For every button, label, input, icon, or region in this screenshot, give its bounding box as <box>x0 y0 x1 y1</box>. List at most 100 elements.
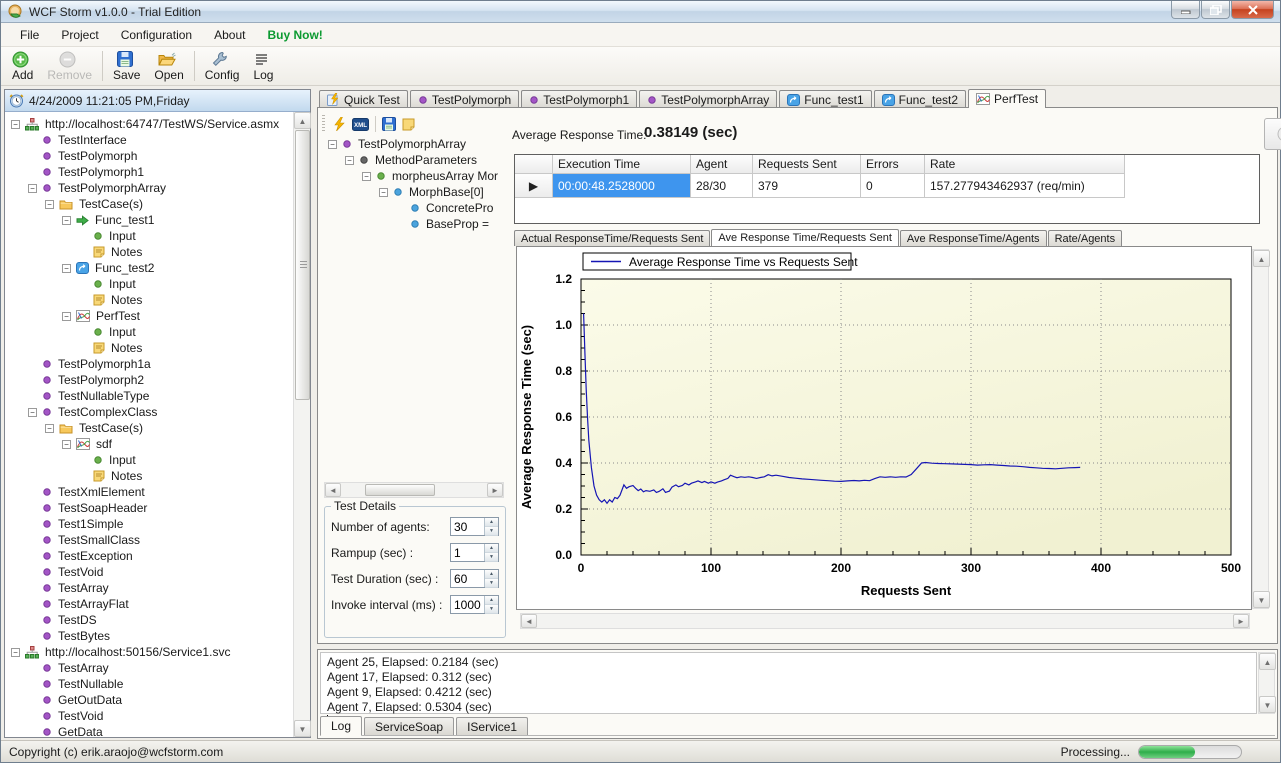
grid-col-errors[interactable]: Errors <box>861 155 925 174</box>
tree-item-test1simple[interactable]: Test1Simple <box>5 516 293 532</box>
tree-item-testinterface[interactable]: TestInterface <box>5 132 293 148</box>
grid-row-selector[interactable]: ▶ <box>515 174 553 198</box>
tree-item-testsoapheader[interactable]: TestSoapHeader <box>5 500 293 516</box>
tree-item-testpolymorph1[interactable]: TestPolymorph1 <box>5 164 293 180</box>
tree-item-http-localhost-64747-testws-service-asmx[interactable]: −http://localhost:64747/TestWS/Service.a… <box>5 116 293 132</box>
collapse-icon[interactable]: − <box>62 264 71 273</box>
collapse-icon[interactable]: − <box>45 200 54 209</box>
tree-item-testxmlelement[interactable]: TestXmlElement <box>5 484 293 500</box>
scroll-left-icon[interactable]: ◄ <box>521 614 537 628</box>
parameter-tree-scrollbar[interactable]: ◄ ► <box>324 482 504 498</box>
spin-down-icon[interactable]: ▼ <box>485 527 498 536</box>
scrollbar-thumb[interactable] <box>295 130 310 400</box>
tree-item-testcase-s[interactable]: −TestCase(s) <box>5 420 293 436</box>
log-scrollbar[interactable]: ▲ ▼ <box>1258 652 1275 714</box>
tree-item-testnullabletype[interactable]: TestNullableType <box>5 388 293 404</box>
grid-cell-requests-sent[interactable]: 379 <box>753 174 861 198</box>
spin-up-icon[interactable]: ▲ <box>485 570 498 579</box>
param-item-methodparameters[interactable]: −MethodParameters <box>322 152 508 168</box>
notes-button[interactable] <box>399 116 418 133</box>
menu-item-buy-now[interactable]: Buy Now! <box>256 25 333 45</box>
param-item-morphbase-0[interactable]: −MorphBase[0] <box>322 184 508 200</box>
collapse-icon[interactable]: − <box>345 156 354 165</box>
tree-item-testnullable[interactable]: TestNullable <box>5 676 293 692</box>
tree-item-func-test2[interactable]: −Func_test2 <box>5 260 293 276</box>
chart-tab-rate-agents[interactable]: Rate/Agents <box>1048 230 1123 246</box>
scrollbar-thumb[interactable] <box>365 484 435 496</box>
param-item-baseprop[interactable]: BaseProp = <box>322 216 508 232</box>
spin-up-icon[interactable]: ▲ <box>485 544 498 553</box>
collapse-icon[interactable]: − <box>62 312 71 321</box>
collapse-icon[interactable]: − <box>328 140 337 149</box>
log-button[interactable]: Log <box>246 47 280 85</box>
tree-item-testcase-s[interactable]: −TestCase(s) <box>5 196 293 212</box>
open-button[interactable]: Open <box>147 47 190 85</box>
scroll-left-icon[interactable]: ◄ <box>325 483 341 497</box>
tree-item-notes[interactable]: Notes <box>5 244 293 260</box>
save-button[interactable]: Save <box>106 47 147 85</box>
add-button[interactable]: Add <box>5 47 40 85</box>
invoke-button[interactable] <box>329 115 349 133</box>
rampup-sec-input[interactable] <box>451 544 484 561</box>
tree-item-input[interactable]: Input <box>5 276 293 292</box>
tree-item-notes[interactable]: Notes <box>5 468 293 484</box>
grid-col-requests-sent[interactable]: Requests Sent <box>753 155 861 174</box>
collapse-icon[interactable]: − <box>362 172 371 181</box>
tree-item-getoutdata[interactable]: GetOutData <box>5 692 293 708</box>
tree-item-input[interactable]: Input <box>5 452 293 468</box>
collapse-icon[interactable]: − <box>11 120 20 129</box>
service-tree-scrollbar[interactable]: ▲ ▼ <box>293 112 310 737</box>
tree-item-testarrayflat[interactable]: TestArrayFlat <box>5 596 293 612</box>
tree-item-testds[interactable]: TestDS <box>5 612 293 628</box>
title-bar[interactable]: WCF Storm v1.0.0 - Trial Edition <box>1 1 1280 23</box>
tree-item-input[interactable]: Input <box>5 228 293 244</box>
invoke-interval-ms-input[interactable] <box>451 596 484 613</box>
log-tab-servicesoap[interactable]: ServiceSoap <box>364 717 454 735</box>
menu-item-file[interactable]: File <box>9 25 50 45</box>
tree-item-http-localhost-50156-service1-svc[interactable]: −http://localhost:50156/Service1.svc <box>5 644 293 660</box>
minimize-button[interactable] <box>1171 1 1200 19</box>
test-duration-sec-input[interactable] <box>451 570 484 587</box>
log-tab-iservice1[interactable]: IService1 <box>456 717 528 735</box>
tab-testpolymorph1[interactable]: TestPolymorph1 <box>521 90 637 108</box>
save-test-button[interactable] <box>379 115 399 133</box>
tree-item-testvoid[interactable]: TestVoid <box>5 708 293 724</box>
scroll-down-icon[interactable]: ▼ <box>294 720 311 737</box>
tree-item-testcomplexclass[interactable]: −TestComplexClass <box>5 404 293 420</box>
spin-up-icon[interactable]: ▲ <box>485 518 498 527</box>
tree-item-testpolymorph1a[interactable]: TestPolymorph1a <box>5 356 293 372</box>
scroll-right-icon[interactable]: ► <box>487 483 503 497</box>
remove-button[interactable]: Remove <box>40 47 99 85</box>
chart-tab-ave-response-time-requests-sent[interactable]: Ave Response Time/Requests Sent <box>711 229 898 246</box>
tree-item-perftest[interactable]: −PerfTest <box>5 308 293 324</box>
start-button[interactable]: Start <box>1264 118 1281 150</box>
scroll-up-icon[interactable]: ▲ <box>1259 653 1276 670</box>
config-button[interactable]: Config <box>198 47 247 85</box>
close-button[interactable] <box>1231 1 1274 19</box>
tree-item-getdata[interactable]: GetData <box>5 724 293 737</box>
tree-item-func-test1[interactable]: −Func_test1 <box>5 212 293 228</box>
tree-item-testsmallclass[interactable]: TestSmallClass <box>5 532 293 548</box>
restore-button[interactable] <box>1201 1 1230 19</box>
collapse-icon[interactable]: − <box>45 424 54 433</box>
tree-item-testarray[interactable]: TestArray <box>5 660 293 676</box>
xml-view-button[interactable]: XML <box>349 116 372 133</box>
grid-col-agent[interactable]: Agent <box>691 155 753 174</box>
tab-func-test1[interactable]: Func_test1 <box>779 90 871 108</box>
log-output[interactable]: Agent 25, Elapsed: 0.2184 (sec)Agent 17,… <box>320 652 1257 714</box>
scroll-up-icon[interactable]: ▲ <box>294 112 311 129</box>
grid-cell-agent[interactable]: 28/30 <box>691 174 753 198</box>
grid-col-rate[interactable]: Rate <box>925 155 1125 174</box>
toolbar-grip[interactable] <box>322 115 325 133</box>
collapse-icon[interactable]: − <box>11 648 20 657</box>
tree-item-notes[interactable]: Notes <box>5 292 293 308</box>
collapse-icon[interactable]: − <box>62 216 71 225</box>
grid-col-execution-time[interactable]: Execution Time <box>553 155 691 174</box>
tab-testpolymorpharray[interactable]: TestPolymorphArray <box>639 90 777 108</box>
grid-cell-errors[interactable]: 0 <box>861 174 925 198</box>
spin-down-icon[interactable]: ▼ <box>485 553 498 562</box>
tree-item-testexception[interactable]: TestException <box>5 548 293 564</box>
scroll-down-icon[interactable]: ▼ <box>1253 591 1270 608</box>
tree-item-input[interactable]: Input <box>5 324 293 340</box>
param-item-testpolymorpharray[interactable]: −TestPolymorphArray <box>322 136 508 152</box>
